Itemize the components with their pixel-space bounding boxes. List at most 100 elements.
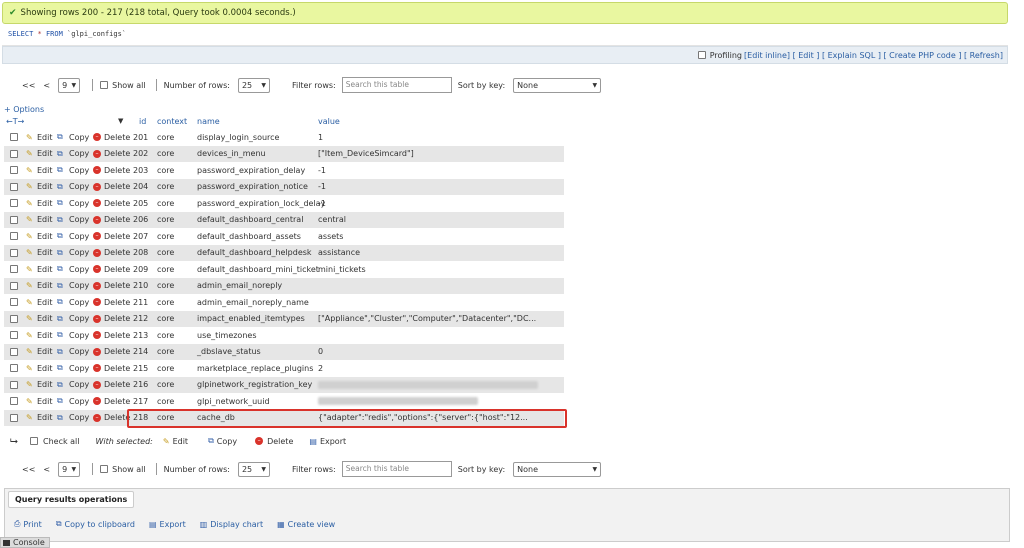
prev-page-button[interactable]: <: [43, 81, 50, 90]
column-id[interactable]: id: [139, 117, 146, 126]
row-checkbox[interactable]: [10, 347, 18, 356]
first-page-button[interactable]: <<: [22, 81, 35, 90]
row-delete-button[interactable]: Delete: [104, 149, 130, 158]
column-name[interactable]: name: [197, 117, 220, 126]
row-copy-button[interactable]: Copy: [69, 413, 89, 422]
table-row[interactable]: ✎ Edit ⧉ Copy – Delete 212 core impact_enabled_i…: [4, 310, 564, 327]
row-delete-button[interactable]: Delete: [104, 347, 130, 356]
refresh-link[interactable]: [ Refresh]: [964, 51, 1003, 60]
row-edit-button[interactable]: Edit: [37, 364, 53, 373]
filter-rows-input[interactable]: Search this table: [341, 461, 452, 477]
show-all-checkbox[interactable]: [100, 465, 109, 473]
console-tab[interactable]: Console: [0, 537, 50, 548]
table-row[interactable]: ✎ Edit ⧉ Copy – Delete 208 core default_dashboar…: [4, 244, 564, 261]
table-row[interactable]: ✎ Edit ⧉ Copy – Delete 209 core default_dashboar…: [4, 261, 564, 277]
row-checkbox[interactable]: [10, 232, 18, 240]
copy-clipboard-link[interactable]: Copy to clipboard: [65, 520, 135, 529]
row-edit-button[interactable]: Edit: [37, 215, 53, 224]
page-select[interactable]: 9 ▼: [58, 77, 81, 93]
row-checkbox[interactable]: [10, 364, 18, 372]
num-rows-select[interactable]: 25 ▼: [237, 461, 270, 477]
row-delete-button[interactable]: Delete: [104, 314, 130, 323]
row-copy-button[interactable]: Copy: [69, 248, 89, 257]
row-checkbox[interactable]: [10, 380, 18, 389]
row-edit-button[interactable]: Edit: [37, 248, 53, 257]
table-row[interactable]: ✎ Edit ⧉ Copy – Delete 211 core admin_email_nore…: [4, 294, 564, 310]
row-checkbox[interactable]: [10, 281, 18, 290]
bulk-delete-button[interactable]: Delete: [267, 437, 293, 446]
row-edit-button[interactable]: Edit: [37, 347, 53, 356]
table-row[interactable]: ✎ Edit ⧉ Copy – Delete 210 core admin_email_nore…: [4, 277, 564, 294]
row-checkbox[interactable]: [10, 149, 18, 158]
options-link[interactable]: + Options: [4, 105, 44, 114]
row-delete-button[interactable]: Delete: [104, 298, 130, 307]
column-arrows-icon[interactable]: ←T→: [6, 117, 24, 126]
table-row[interactable]: ✎ Edit ⧉ Copy – Delete 205 core password_expirat…: [4, 195, 564, 211]
filter-rows-input[interactable]: Search this table: [341, 77, 452, 93]
sort-chevron-icon[interactable]: ▼: [118, 117, 123, 125]
sort-key-select[interactable]: None ▼: [513, 77, 602, 93]
row-copy-button[interactable]: Copy: [69, 380, 89, 389]
row-edit-button[interactable]: Edit: [37, 397, 53, 406]
first-page-button[interactable]: <<: [22, 465, 35, 474]
table-row[interactable]: ✎ Edit ⧉ Copy – Delete 217 core glpi_network_uui…: [4, 393, 564, 409]
row-edit-button[interactable]: Edit: [37, 232, 53, 241]
row-copy-button[interactable]: Copy: [69, 166, 89, 175]
table-row[interactable]: ✎ Edit ⧉ Copy – Delete 204 core password_expirat…: [4, 178, 564, 195]
row-copy-button[interactable]: Copy: [69, 232, 89, 241]
row-checkbox[interactable]: [10, 215, 18, 224]
row-delete-button[interactable]: Delete: [104, 133, 130, 142]
row-checkbox[interactable]: [10, 199, 18, 207]
row-edit-button[interactable]: Edit: [37, 281, 53, 290]
row-delete-button[interactable]: Delete: [104, 331, 130, 340]
bulk-copy-button[interactable]: Copy: [217, 437, 237, 446]
print-link[interactable]: Print: [23, 520, 41, 529]
row-delete-button[interactable]: Delete: [104, 248, 130, 257]
edit-link[interactable]: [ Edit ]: [793, 51, 820, 60]
table-row[interactable]: ✎ Edit ⧉ Copy – Delete 202 core devices_in_menu […: [4, 145, 564, 162]
row-checkbox[interactable]: [10, 166, 18, 174]
row-edit-button[interactable]: Edit: [37, 133, 53, 142]
prev-page-button[interactable]: <: [43, 465, 50, 474]
row-delete-button[interactable]: Delete: [104, 199, 130, 208]
row-copy-button[interactable]: Copy: [69, 265, 89, 274]
row-checkbox[interactable]: [10, 331, 18, 339]
row-delete-button[interactable]: Delete: [104, 397, 130, 406]
edit-inline-link[interactable]: [Edit inline]: [744, 51, 790, 60]
row-copy-button[interactable]: Copy: [69, 199, 89, 208]
row-edit-button[interactable]: Edit: [37, 166, 53, 175]
sql-query[interactable]: SELECT * FROM `glpi_configs`: [2, 26, 1008, 46]
display-chart-link[interactable]: Display chart: [210, 520, 263, 529]
row-copy-button[interactable]: Copy: [69, 215, 89, 224]
row-copy-button[interactable]: Copy: [69, 281, 89, 290]
page-select[interactable]: 9 ▼: [58, 461, 81, 477]
row-checkbox[interactable]: [10, 397, 18, 405]
row-copy-button[interactable]: Copy: [69, 347, 89, 356]
table-row[interactable]: ✎ Edit ⧉ Copy – Delete 216 core glpinetwork_regi…: [4, 376, 564, 393]
table-row[interactable]: ✎ Edit ⧉ Copy – Delete 207 core default_dashboar…: [4, 228, 564, 244]
check-all-label[interactable]: Check all: [43, 437, 80, 446]
row-edit-button[interactable]: Edit: [37, 380, 53, 389]
row-delete-button[interactable]: Delete: [104, 380, 130, 389]
row-checkbox[interactable]: [10, 314, 18, 323]
row-delete-button[interactable]: Delete: [104, 364, 130, 373]
table-row[interactable]: ✎ Edit ⧉ Copy – Delete 206 core default_dashboar…: [4, 211, 564, 228]
export-link[interactable]: Export: [160, 520, 186, 529]
row-edit-button[interactable]: Edit: [37, 265, 53, 274]
row-copy-button[interactable]: Copy: [69, 397, 89, 406]
row-checkbox[interactable]: [10, 133, 18, 141]
row-delete-button[interactable]: Delete: [104, 281, 130, 290]
row-checkbox[interactable]: [10, 248, 18, 257]
row-delete-button[interactable]: Delete: [104, 215, 130, 224]
row-edit-button[interactable]: Edit: [37, 182, 53, 191]
column-context[interactable]: context: [157, 117, 187, 126]
explain-sql-link[interactable]: [ Explain SQL ]: [822, 51, 881, 60]
row-copy-button[interactable]: Copy: [69, 331, 89, 340]
create-php-link[interactable]: [ Create PHP code ]: [884, 51, 962, 60]
row-copy-button[interactable]: Copy: [69, 133, 89, 142]
table-row[interactable]: ✎ Edit ⧉ Copy – Delete 215 core marketplace_repl…: [4, 360, 564, 376]
row-checkbox[interactable]: [10, 265, 18, 273]
row-delete-button[interactable]: Delete: [104, 232, 130, 241]
check-all-checkbox[interactable]: [30, 437, 38, 445]
num-rows-select[interactable]: 25 ▼: [237, 77, 270, 93]
